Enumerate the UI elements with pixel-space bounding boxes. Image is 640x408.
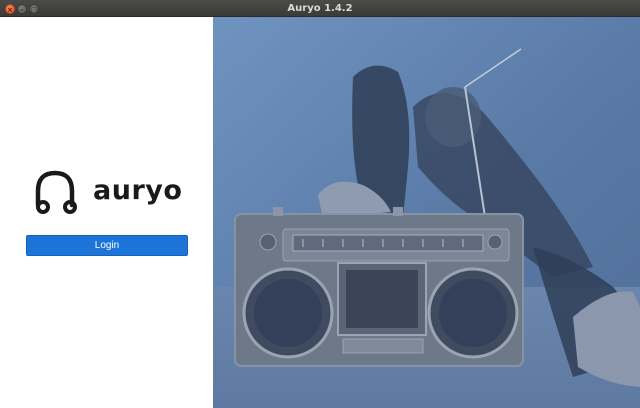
brand-name: auryo (93, 175, 183, 206)
title-bar: × – □ Auryo 1.4.2 (0, 0, 640, 17)
login-button[interactable]: Login (26, 235, 188, 256)
hero-image (213, 17, 640, 408)
headphones-icon (35, 170, 77, 214)
login-panel: auryo Login (0, 17, 213, 408)
boombox (234, 207, 524, 367)
brand-logo: auryo (33, 169, 183, 227)
window-title: Auryo 1.4.2 (287, 3, 353, 14)
